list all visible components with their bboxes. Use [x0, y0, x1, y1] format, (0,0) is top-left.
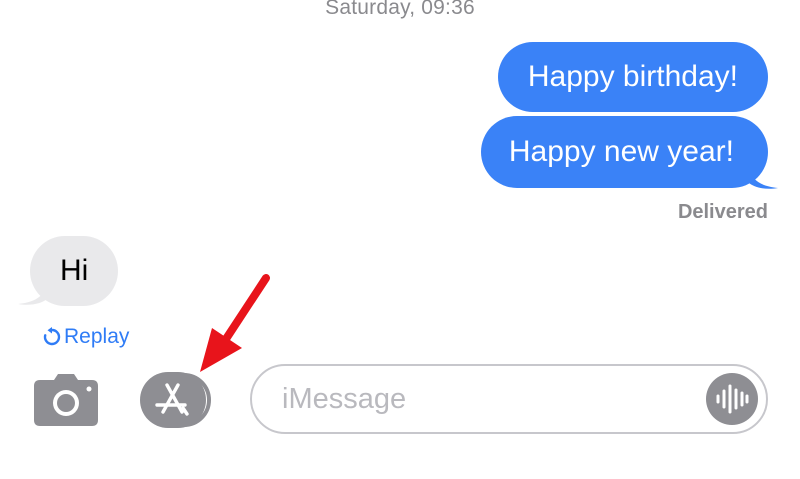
conversation-timestamp: Saturday, 09:36: [325, 0, 475, 19]
message-text: Hi: [60, 254, 89, 287]
message-text: Happy birthday!: [527, 60, 738, 93]
replay-icon: [43, 327, 61, 346]
delivery-status: Delivered: [677, 201, 768, 223]
messages-screen: Saturday, 09:36 Happy birthday! Happy ne…: [0, 0, 800, 479]
bubble-tail-icon: [748, 164, 778, 189]
message-input-container: [250, 364, 768, 434]
sent-message-bubble[interactable]: Happy birthday!: [497, 42, 768, 112]
audio-waveform-icon: [716, 384, 749, 414]
bubble-tail-icon: [18, 280, 48, 305]
message-input[interactable]: [280, 381, 684, 417]
replay-label: Replay: [64, 325, 130, 348]
message-text: Happy new year!: [508, 135, 734, 168]
audio-record-button[interactable]: [706, 373, 758, 425]
app-store-icon[interactable]: [140, 372, 218, 428]
sent-message-bubble[interactable]: Happy new year!: [480, 116, 768, 188]
replay-button[interactable]: Replay: [42, 325, 129, 349]
red-arrow-icon: [200, 274, 270, 372]
camera-icon[interactable]: [34, 374, 98, 426]
